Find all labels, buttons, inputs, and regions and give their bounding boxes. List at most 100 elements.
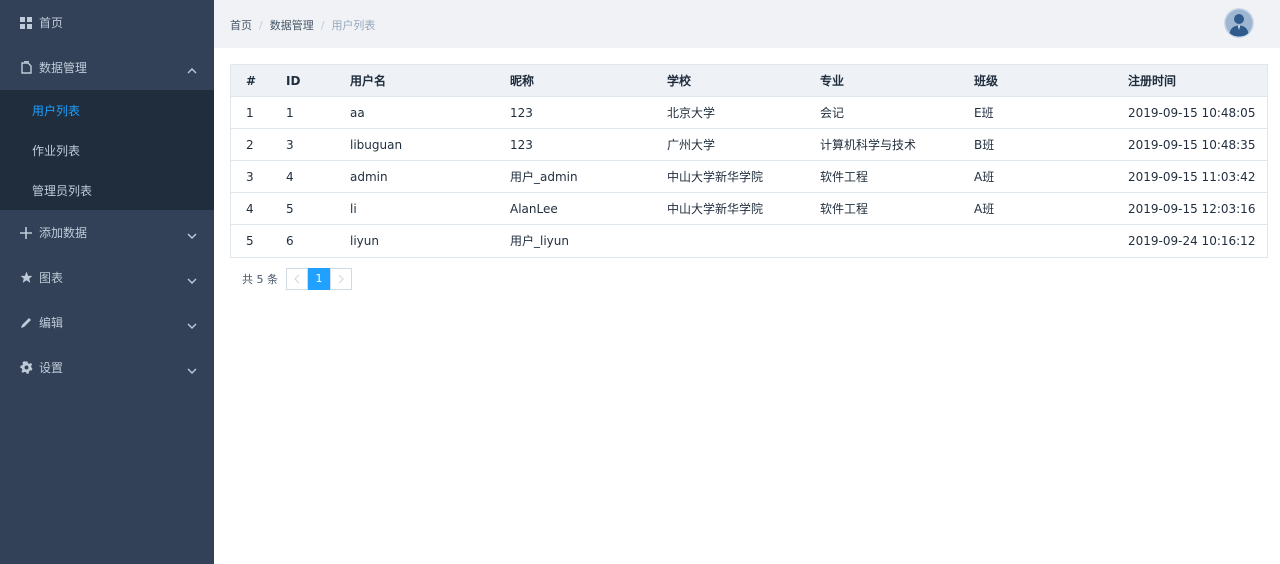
sidebar-item-label: 数据管理 — [39, 61, 88, 75]
table-cell: 123 — [510, 138, 533, 152]
table-cell: 2019-09-15 11:03:42 — [1128, 170, 1256, 184]
star-icon — [19, 271, 33, 285]
table-cell: 1 — [286, 106, 294, 120]
sidebar-item-data-management[interactable]: 数据管理 — [0, 45, 214, 90]
table-cell: 中山大学新华学院 — [667, 170, 764, 184]
user-table: # ID 用户名 昵称 学校 专业 班级 注册时间 1 1 aa 123 北京大学 会记 E… — [230, 64, 1268, 258]
table-cell: 2019-09-24 10:16:12 — [1128, 234, 1256, 248]
table-cell: B班 — [974, 138, 995, 152]
chevron-down-icon — [186, 227, 198, 239]
table-cell: 5 — [246, 234, 254, 248]
next-page-button[interactable] — [330, 267, 352, 290]
table-cell: 4 — [246, 202, 254, 216]
column-header: ID — [286, 74, 301, 88]
table-row: 3 4 admin 用户_admin 中山大学新华学院 软件工程 A班 2019-09-15 … — [231, 161, 1267, 193]
column-header: 注册时间 — [1128, 74, 1177, 88]
sidebar-item-user-list[interactable]: 用户列表 — [0, 90, 214, 130]
table-cell: 中山大学新华学院 — [667, 202, 764, 216]
sidebar-item-label: 编辑 — [39, 316, 64, 330]
table-cell: aa — [350, 106, 365, 120]
table-cell: 6 — [286, 234, 294, 248]
column-header: 用户名 — [350, 74, 387, 88]
chevron-down-icon — [186, 272, 198, 284]
page-1-button[interactable]: 1 — [308, 267, 330, 290]
table-header: # ID 用户名 昵称 学校 专业 班级 注册时间 — [231, 65, 1267, 97]
table-cell: 123 — [510, 106, 533, 120]
pagination: 共 5 条 1 — [242, 267, 352, 290]
sidebar-item-charts[interactable]: 图表 — [0, 255, 214, 300]
sidebar: 首页 数据管理 用户列表 作业列表 管理员列表 添加数据 图表 编辑 设置 — [0, 0, 214, 564]
breadcrumb-home[interactable]: 首页 — [230, 17, 252, 33]
table-cell: 用户_liyun — [510, 234, 569, 248]
column-header: 班级 — [974, 74, 999, 88]
table-cell: 软件工程 — [820, 202, 869, 216]
column-header: 专业 — [820, 74, 845, 88]
column-header: 昵称 — [510, 74, 535, 88]
sidebar-item-edit[interactable]: 编辑 — [0, 300, 214, 345]
table-row: 5 6 liyun 用户_liyun 2019-09-24 10:16:12 — [231, 225, 1267, 257]
sidebar-item-homework-list[interactable]: 作业列表 — [0, 130, 214, 170]
breadcrumb-separator: / — [320, 18, 325, 32]
table-cell: AlanLee — [510, 202, 558, 216]
chevron-right-icon — [338, 274, 344, 283]
table-cell: A班 — [974, 170, 995, 184]
sidebar-item-admin-list[interactable]: 管理员列表 — [0, 170, 214, 210]
table-cell: li — [350, 202, 357, 216]
table-row: 2 3 libuguan 123 广州大学 计算机科学与技术 B班 2019-09-15 10… — [231, 129, 1267, 161]
table-cell: 1 — [246, 106, 254, 120]
header: 首页 / 数据管理 / 用户列表 — [214, 0, 1280, 48]
table-cell: 北京大学 — [667, 106, 716, 120]
table-cell: 4 — [286, 170, 294, 184]
pencil-icon — [19, 316, 33, 330]
sidebar-item-home[interactable]: 首页 — [0, 0, 214, 45]
table-cell: 2019-09-15 10:48:35 — [1128, 138, 1256, 152]
table-cell: 广州大学 — [667, 138, 716, 152]
table-cell: 计算机科学与技术 — [820, 138, 917, 152]
sidebar-item-label: 设置 — [39, 361, 64, 375]
table-cell: 软件工程 — [820, 170, 869, 184]
table-cell: 3 — [246, 170, 254, 184]
table-cell: 2019-09-15 12:03:16 — [1128, 202, 1256, 216]
table-body: 1 1 aa 123 北京大学 会记 E班 2019-09-15 10:48:05 2 3 libu… — [231, 97, 1267, 257]
table-cell: E班 — [974, 106, 994, 120]
table-cell: 2019-09-15 10:48:05 — [1128, 106, 1256, 120]
chevron-down-icon — [186, 317, 198, 329]
table-row: 4 5 li AlanLee 中山大学新华学院 软件工程 A班 2019-09-15 12:0… — [231, 193, 1267, 225]
table-cell: A班 — [974, 202, 995, 216]
sidebar-item-settings[interactable]: 设置 — [0, 345, 214, 390]
document-icon — [19, 61, 33, 75]
gear-icon — [19, 361, 33, 375]
table-cell: 5 — [286, 202, 294, 216]
table-cell: 用户_admin — [510, 170, 578, 184]
breadcrumb-separator: / — [259, 18, 263, 32]
sidebar-item-label: 首页 — [39, 16, 64, 30]
prev-page-button[interactable] — [286, 267, 308, 290]
sidebar-item-label: 管理员列表 — [32, 183, 93, 198]
table-cell: admin — [350, 170, 388, 184]
chevron-left-icon — [294, 274, 300, 283]
sidebar-item-label: 图表 — [39, 271, 64, 285]
pagination-total: 共 5 条 — [242, 272, 278, 286]
table-row: 1 1 aa 123 北京大学 会记 E班 2019-09-15 10:48:05 — [231, 97, 1267, 129]
breadcrumb: 首页 / 数据管理 / 用户列表 — [230, 17, 375, 33]
table-cell: 3 — [286, 138, 294, 152]
chevron-down-icon — [186, 362, 198, 374]
table-cell: liyun — [350, 234, 379, 248]
column-header: # — [246, 74, 257, 88]
sidebar-item-label: 添加数据 — [39, 226, 88, 240]
plus-icon — [19, 226, 33, 240]
app-root: 首页 数据管理 用户列表 作业列表 管理员列表 添加数据 图表 编辑 设置 首页… — [0, 0, 1280, 564]
table-cell: libuguan — [350, 138, 403, 152]
table-cell: 会记 — [820, 106, 845, 120]
sidebar-item-label: 用户列表 — [32, 103, 81, 118]
submenu-data-management: 用户列表 作业列表 管理员列表 — [0, 90, 214, 210]
breadcrumb-data-management[interactable]: 数据管理 — [270, 17, 314, 33]
grid-icon — [19, 16, 33, 30]
table-cell: 2 — [246, 138, 254, 152]
sidebar-item-label: 作业列表 — [32, 143, 81, 158]
column-header: 学校 — [667, 74, 692, 88]
breadcrumb-current: 用户列表 — [331, 19, 376, 32]
chevron-up-icon — [186, 62, 198, 74]
sidebar-item-add-data[interactable]: 添加数据 — [0, 210, 214, 255]
avatar[interactable] — [1224, 8, 1254, 38]
